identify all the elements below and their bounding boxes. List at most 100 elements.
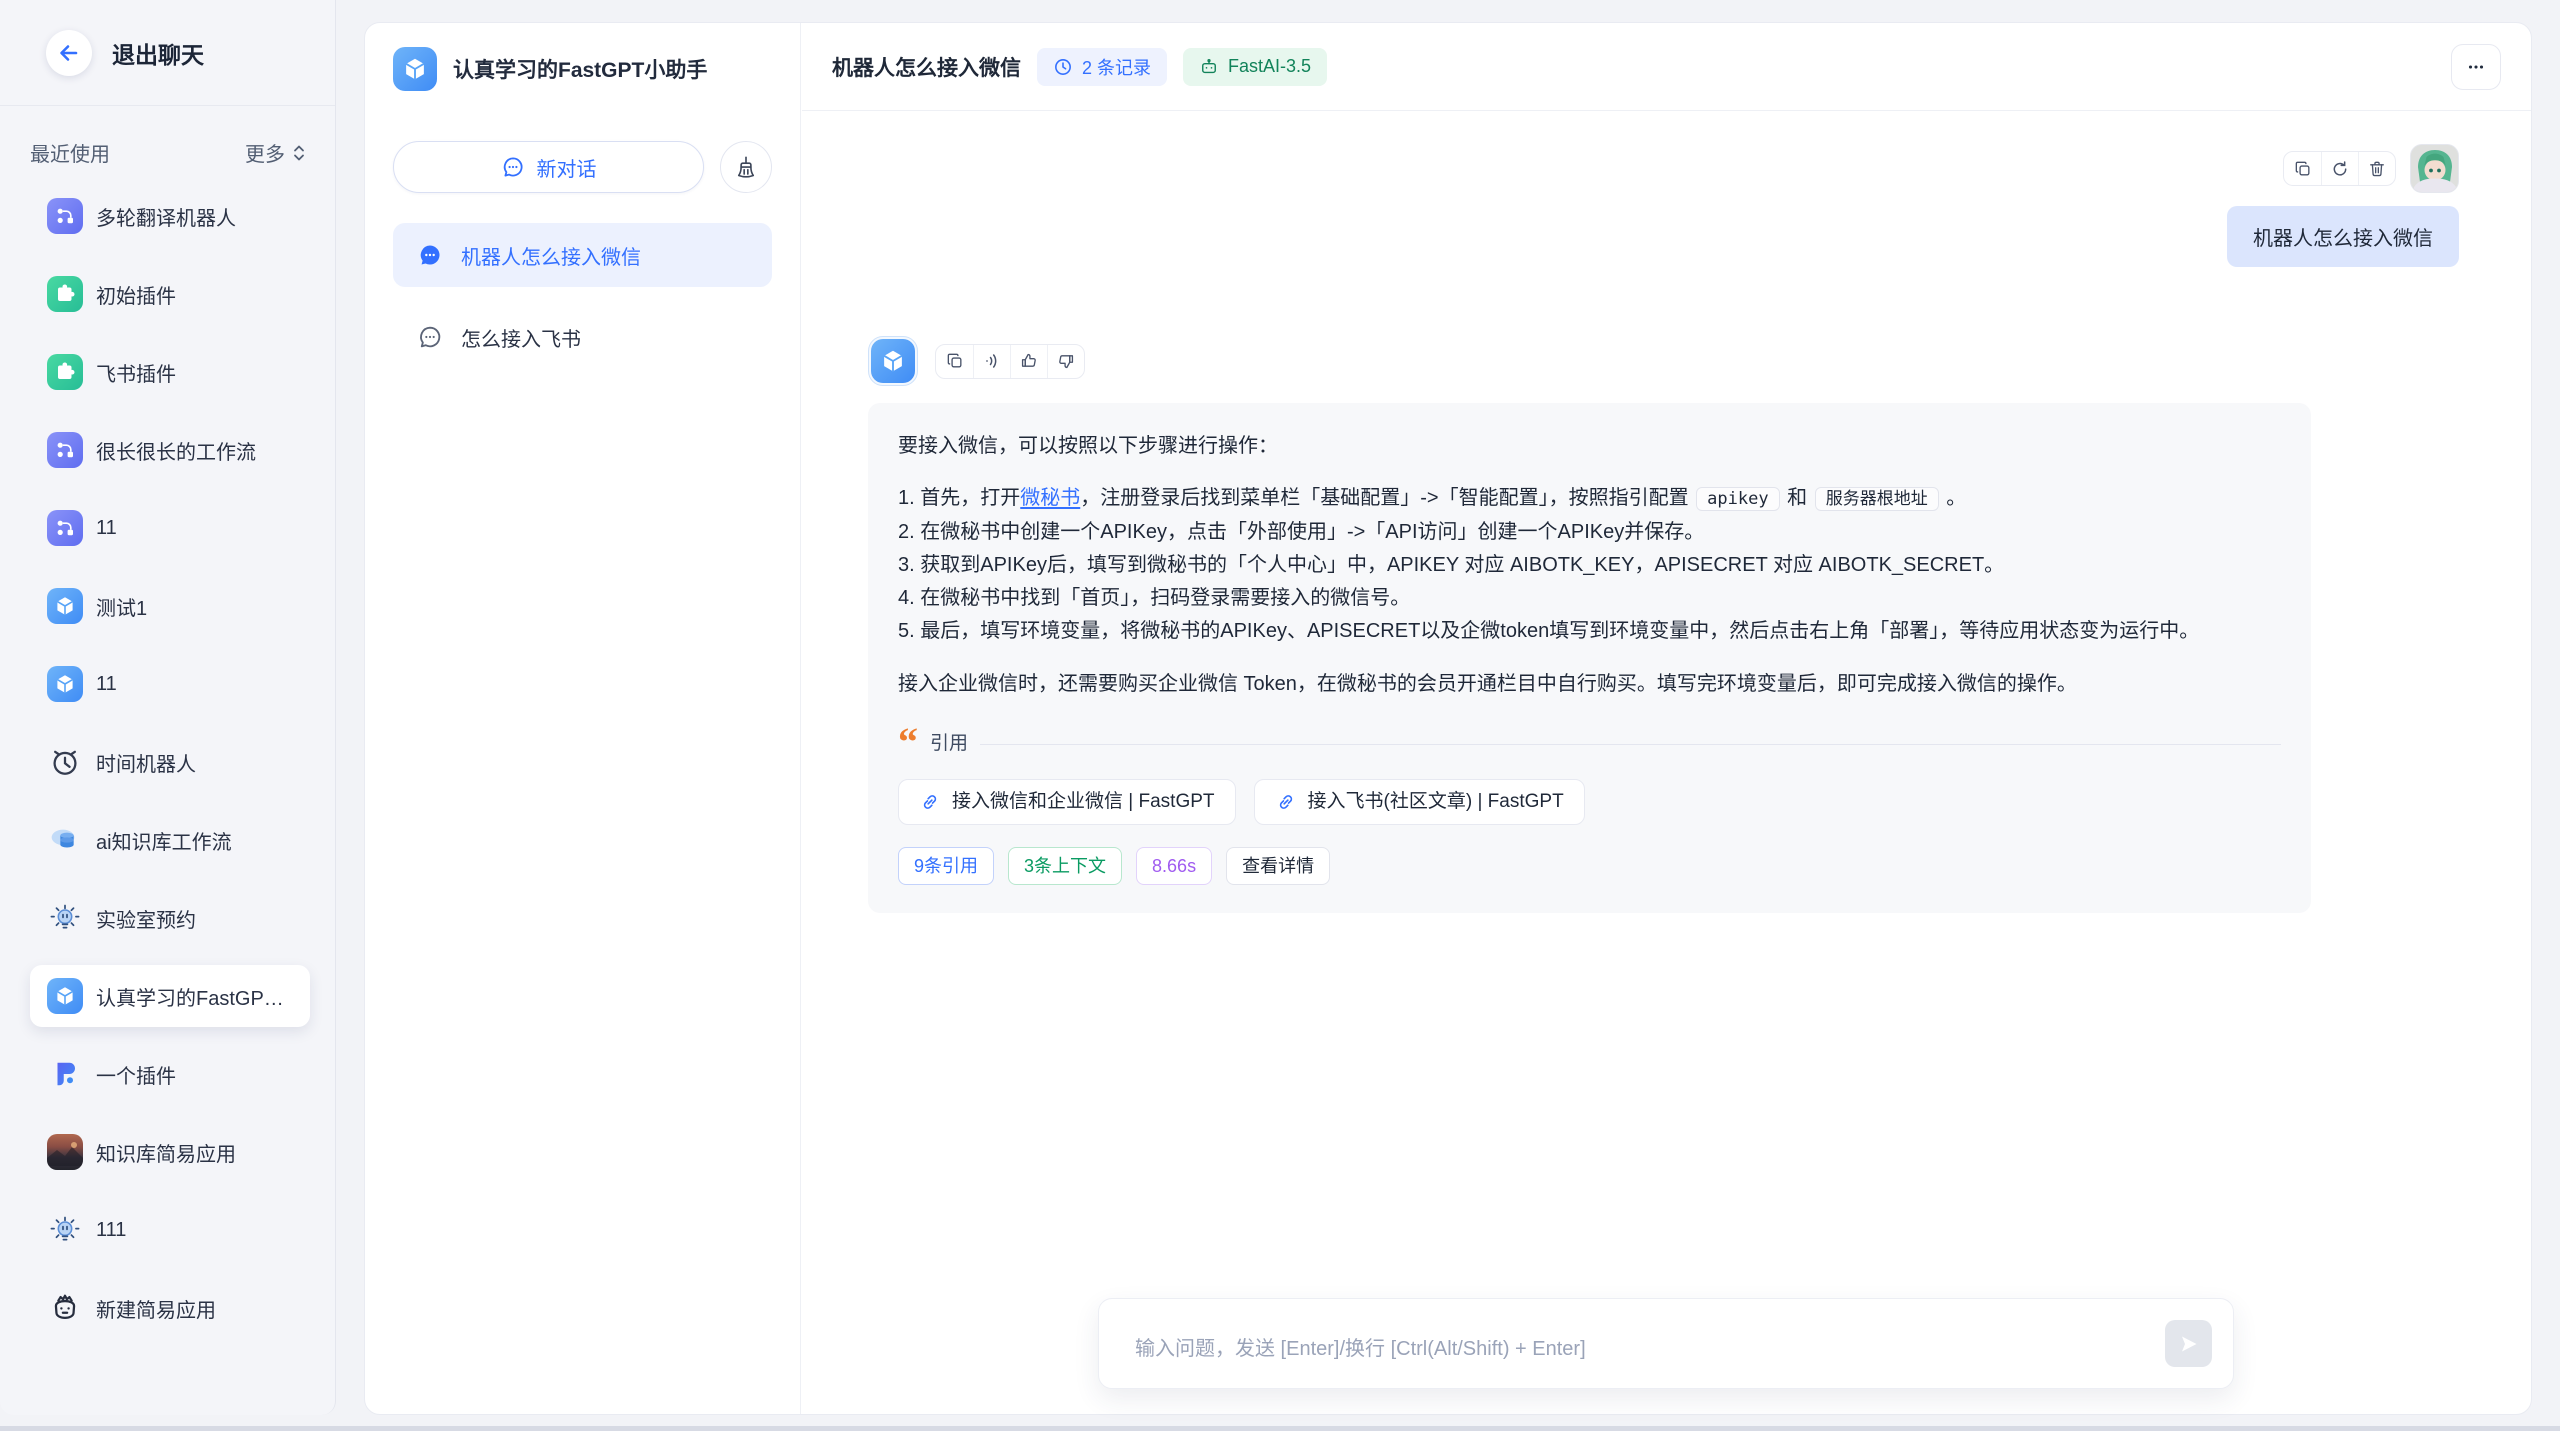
- main-panel: 认真学习的FastGPT小助手 新对话 机器人怎么接入微信怎么接入飞书 机器人怎…: [364, 22, 2532, 1415]
- sidebar-app-label: 初始插件: [96, 280, 176, 309]
- sidebar-app-item[interactable]: 实验室预约: [30, 887, 310, 949]
- chat-title: 机器人怎么接入微信: [832, 52, 1021, 82]
- arrow-left-icon: [57, 41, 81, 65]
- citation-chip[interactable]: 接入飞书(社区文章) | FastGPT: [1254, 779, 1585, 825]
- delete-button[interactable]: [2358, 152, 2395, 185]
- stat-chip-plain[interactable]: 查看详情: [1226, 847, 1330, 885]
- plugin-icon: [47, 354, 83, 390]
- thumbs-down-button[interactable]: [1047, 345, 1084, 378]
- chat-history-title: 怎么接入飞书: [461, 323, 581, 352]
- model-badge: FastAI-3.5: [1183, 48, 1327, 86]
- cube-icon: [47, 588, 83, 624]
- thumbs-up-button[interactable]: [1010, 345, 1047, 378]
- chat-list-panel: 认真学习的FastGPT小助手 新对话 机器人怎么接入微信怎么接入飞书: [365, 23, 801, 1414]
- assistant-message-card: 要接入微信，可以按照以下步骤进行操作： 1. 首先，打开微秘书，注册登录后找到菜…: [868, 403, 2311, 913]
- app-sidebar: 退出聊天 最近使用 更多 多轮翻译机器人初始插件飞书插件很长很长的工作流 11 测试…: [0, 0, 336, 1415]
- sidebar-app-item[interactable]: 一个插件: [30, 1043, 310, 1105]
- sidebar-app-item[interactable]: 很长很长的工作流: [30, 419, 310, 481]
- clear-history-button[interactable]: [720, 141, 772, 193]
- assistant-step: 3. 获取到APIKey后，填写到微秘书的「个人中心」中，APIKEY 对应 A…: [898, 549, 2281, 582]
- sidebar-app-label: 新建简易应用: [96, 1294, 216, 1323]
- sidebar-app-item[interactable]: 时间机器人: [30, 731, 310, 793]
- fastgpt-logo-icon: [47, 1056, 83, 1092]
- retry-button[interactable]: [2321, 152, 2358, 185]
- app-title: 认真学习的FastGPT小助手: [453, 54, 707, 84]
- app-cube-icon: [393, 47, 437, 91]
- chat-history-title: 机器人怎么接入微信: [461, 241, 641, 270]
- copy-button[interactable]: [936, 345, 973, 378]
- user-message-tools: [2283, 144, 2459, 193]
- workflow-icon: [47, 510, 83, 546]
- plugin-icon: [47, 276, 83, 312]
- user-message-toolbar: [2283, 151, 2396, 186]
- citation-chip[interactable]: 接入微信和企业微信 | FastGPT: [898, 779, 1236, 825]
- cube-icon: [871, 339, 915, 383]
- chat-bubble-icon: [501, 155, 525, 179]
- user-message-bubble: 机器人怎么接入微信: [2227, 206, 2459, 267]
- stat-chip-blue[interactable]: 9条引用: [898, 847, 994, 885]
- sidebar-app-item[interactable]: 多轮翻译机器人: [30, 185, 310, 247]
- sidebar-app-item[interactable]: 11: [30, 653, 310, 715]
- sidebar-app-item[interactable]: 知识库简易应用: [30, 1121, 310, 1183]
- sidebar-app-label: ai知识库工作流: [96, 826, 232, 855]
- chat-more-button[interactable]: [2451, 44, 2501, 90]
- new-chat-button[interactable]: 新对话: [393, 141, 704, 193]
- send-icon: [2177, 1332, 2201, 1356]
- chat-area: 机器人怎么接入微信 2 条记录 FastAI-3.5: [802, 23, 2531, 1414]
- workflow-icon: [47, 198, 83, 234]
- chat-input-row: 输入问题，发送 [Enter]/换行 [Ctrl(Alt/Shift) + En…: [1098, 1298, 2234, 1389]
- send-button[interactable]: [2165, 1320, 2212, 1367]
- sidebar-app-item[interactable]: ai知识库工作流: [30, 809, 310, 871]
- citation-divider: [980, 744, 2281, 745]
- exit-chat-label: 退出聊天: [112, 36, 204, 70]
- chat-input[interactable]: 输入问题，发送 [Enter]/换行 [Ctrl(Alt/Shift) + En…: [1098, 1298, 2234, 1389]
- assistant-step: 4. 在微秘书中找到「首页」，扫码登录需要接入的微信号。: [898, 582, 2281, 615]
- sidebar-app-item[interactable]: 飞书插件: [30, 341, 310, 403]
- chat-history-item[interactable]: 怎么接入飞书: [393, 305, 772, 369]
- sidebar-app-item[interactable]: 初始插件: [30, 263, 310, 325]
- inline-link[interactable]: 微秘书: [1020, 487, 1080, 509]
- citation-title: 接入微信和企业微信 | FastGPT: [952, 785, 1215, 819]
- bulb-icon: [47, 900, 83, 936]
- stat-chip-purple[interactable]: 8.66s: [1136, 847, 1212, 885]
- citation-label: 引用: [930, 727, 968, 761]
- assistant-steps: 1. 首先，打开微秘书，注册登录后找到菜单栏「基础配置」->「智能配置」，按照指…: [898, 482, 2281, 648]
- sidebar-app-label: 多轮翻译机器人: [96, 202, 236, 231]
- link-icon: [919, 791, 941, 813]
- assistant-step: 5. 最后，填写环境变量，将微秘书的APIKey、APISECRET以及企微to…: [898, 615, 2281, 648]
- knowledge-cloud-icon: [47, 822, 83, 858]
- link-icon: [1275, 791, 1297, 813]
- sidebar-app-item[interactable]: 11: [30, 497, 310, 559]
- assistant-message-head: [868, 336, 2311, 386]
- citation-title: 接入飞书(社区文章) | FastGPT: [1308, 785, 1564, 819]
- cube-icon: [47, 978, 83, 1014]
- sidebar-app-label: 知识库简易应用: [96, 1138, 236, 1167]
- inline-code: 服务器根地址: [1815, 487, 1939, 511]
- chat-history-item[interactable]: 机器人怎么接入微信: [393, 223, 772, 287]
- sidebar-app-item[interactable]: 新建简易应用: [30, 1277, 310, 1339]
- read-aloud-button[interactable]: [973, 345, 1010, 378]
- more-label: 更多: [245, 138, 285, 167]
- more-button[interactable]: 更多: [245, 138, 307, 167]
- sort-updown-icon: [291, 143, 307, 163]
- photo-icon: [47, 1134, 83, 1170]
- sidebar-app-item[interactable]: 测试1: [30, 575, 310, 637]
- app-header: 认真学习的FastGPT小助手: [365, 23, 800, 91]
- dots-horizontal-icon: [2465, 56, 2487, 78]
- sidebar-app-item[interactable]: 111: [30, 1199, 310, 1261]
- inline-code: apikey: [1696, 487, 1779, 511]
- sidebar-app-item[interactable]: 认真学习的FastGPT小助手: [30, 965, 310, 1027]
- stat-chip-green[interactable]: 3条上下文: [1008, 847, 1122, 885]
- assistant-intro: 要接入微信，可以按照以下步骤进行操作：: [898, 429, 2281, 463]
- response-stats: 9条引用 3条上下文 8.66s 查看详情: [898, 847, 2281, 885]
- sidebar-header: 退出聊天: [0, 0, 335, 106]
- records-badge: 2 条记录: [1037, 48, 1167, 86]
- exit-chat-button[interactable]: [46, 30, 92, 76]
- assistant-step: 2. 在微秘书中创建一个APIKey，点击「外部使用」->「API访问」创建一个…: [898, 516, 2281, 549]
- sidebar-section-header: 最近使用 更多: [0, 106, 335, 185]
- robot-outline-icon: [47, 1290, 83, 1326]
- chat-header: 机器人怎么接入微信 2 条记录 FastAI-3.5: [802, 23, 2531, 111]
- copy-button[interactable]: [2284, 152, 2321, 185]
- assistant-step: 1. 首先，打开微秘书，注册登录后找到菜单栏「基础配置」->「智能配置」，按照指…: [898, 482, 2281, 516]
- sidebar-app-label: 认真学习的FastGPT小助手: [96, 982, 296, 1011]
